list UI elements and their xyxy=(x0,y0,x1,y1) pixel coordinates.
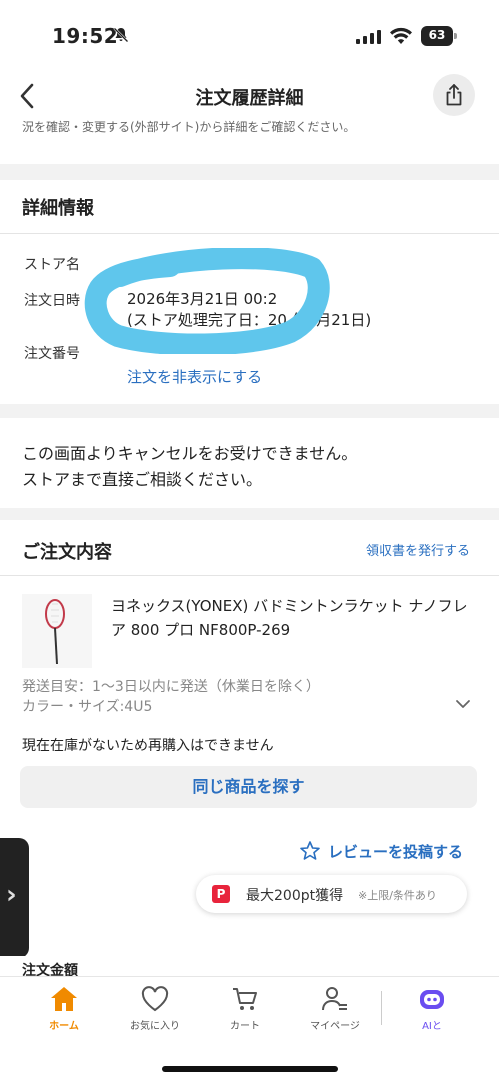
stock-note: 現在在庫がないため再購入はできません xyxy=(22,738,274,754)
tab-separator xyxy=(381,991,382,1025)
order-date-label: 注文日時 xyxy=(24,293,80,309)
page-title: 注文履歴詳細 xyxy=(195,88,304,109)
heart-icon xyxy=(141,986,169,1012)
notice-line-2: ストアまで直接ご相談ください。 xyxy=(22,470,263,489)
ai-bot-icon xyxy=(420,990,444,1009)
nav-bar: 注文履歴詳細 xyxy=(0,74,499,120)
shipping-estimate: 発送目安：1〜3日以内に発送（休業日を除く） xyxy=(22,679,320,695)
tab-home[interactable]: ホーム xyxy=(24,985,104,1032)
cart-icon xyxy=(233,988,257,1010)
divider xyxy=(0,233,499,234)
bottom-tab-bar: ホーム お気に入り カート マイページ AIと xyxy=(0,976,499,1080)
status-time: 19:52 xyxy=(52,24,119,48)
notice-line-1: この画面よりキャンセルをお受けできません。 xyxy=(22,444,358,463)
order-heading: ご注文内容 xyxy=(22,542,112,563)
status-bar: 19:52 63 xyxy=(0,0,499,74)
variant-info: カラー・サイズ:4U5 xyxy=(22,699,153,715)
bell-muted-icon xyxy=(113,27,129,43)
points-note: ※上限/条件あり xyxy=(358,889,437,902)
share-button[interactable] xyxy=(433,74,475,116)
home-indicator xyxy=(162,1066,338,1072)
battery-icon: 63 xyxy=(421,26,457,46)
post-review-link[interactable]: レビューを投稿する xyxy=(300,841,463,862)
wifi-icon xyxy=(390,27,412,44)
tab-favorites[interactable]: お気に入り xyxy=(115,985,195,1032)
star-icon xyxy=(300,841,320,860)
order-number-label: 注文番号 xyxy=(24,346,80,362)
tab-ai[interactable]: AIと xyxy=(392,985,472,1032)
paypay-icon: P xyxy=(212,885,230,903)
find-same-product-button[interactable]: 同じ商品を探す xyxy=(20,766,477,808)
product-name[interactable]: ヨネックス(YONEX) バドミントンラケット ナノフレア 800 プロ NF8… xyxy=(111,594,481,642)
tab-cart[interactable]: カート xyxy=(205,985,285,1032)
detail-heading: 詳細情報 xyxy=(22,198,94,219)
redaction-scribble xyxy=(84,248,330,354)
store-label: ストア名 xyxy=(24,257,80,273)
clipped-info-text: 況を確認・変更する(外部サイト)から詳細をご確認ください。 xyxy=(0,120,499,164)
points-banner[interactable]: P 最大200pt獲得 ※上限/条件あり xyxy=(196,875,467,913)
review-label: レビューを投稿する xyxy=(328,843,464,861)
chevron-down-icon[interactable] xyxy=(455,698,471,710)
user-icon xyxy=(322,987,347,1011)
receipt-link[interactable]: 領収書を発行する xyxy=(366,540,470,559)
cancel-notice: この画面よりキャンセルをお受けできません。 ストアまで直接ご相談ください。 xyxy=(0,418,499,508)
divider xyxy=(0,575,499,576)
product-thumbnail[interactable] xyxy=(22,594,92,668)
share-icon xyxy=(446,84,462,106)
chevron-right-icon: › xyxy=(6,880,17,910)
hide-order-link[interactable]: 注文を非表示にする xyxy=(127,366,262,387)
home-icon xyxy=(51,987,77,1011)
side-drawer-handle[interactable]: › xyxy=(0,838,29,958)
points-main: 最大200pt獲得 xyxy=(246,888,344,904)
tab-mypage[interactable]: マイページ xyxy=(295,985,375,1032)
signal-icon xyxy=(356,30,381,44)
badminton-racket-image xyxy=(45,599,65,665)
